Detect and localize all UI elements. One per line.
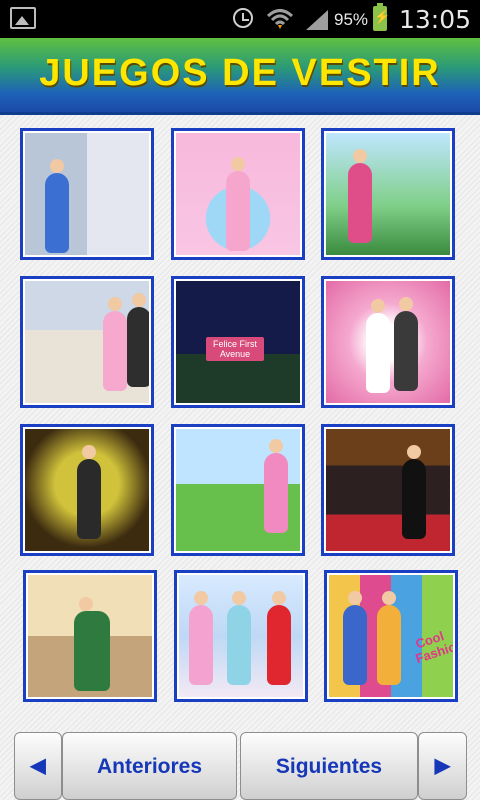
battery-percent: 95% bbox=[334, 10, 369, 29]
previous-page-label: Anteriores bbox=[96, 755, 203, 778]
right-arrow-icon: ▶ bbox=[434, 755, 451, 777]
game-tile-red-carpet[interactable] bbox=[321, 424, 455, 556]
game-thumbnail bbox=[326, 281, 450, 403]
game-thumbnail bbox=[176, 429, 300, 551]
game-thumbnail bbox=[176, 133, 300, 255]
pagination-bar: ◀ Anteriores Siguientes ▶ bbox=[14, 732, 467, 800]
game-sign: Cool Fashion bbox=[413, 628, 453, 667]
game-tile-wedding-couple[interactable] bbox=[321, 276, 455, 408]
next-page-label: Siguientes bbox=[275, 755, 383, 778]
game-thumbnail: Felice First Avenue bbox=[176, 281, 300, 403]
game-thumbnail bbox=[25, 281, 149, 403]
next-page-button[interactable]: Siguientes bbox=[240, 732, 418, 800]
game-sign: Felice First Avenue bbox=[206, 337, 264, 361]
game-thumbnail bbox=[179, 575, 303, 697]
game-tile-graffiti-girl[interactable] bbox=[20, 424, 154, 556]
alarm-icon bbox=[233, 8, 253, 28]
game-tile-gown-wardrobe[interactable] bbox=[174, 570, 308, 702]
gallery-icon bbox=[10, 7, 36, 29]
game-thumbnail bbox=[326, 429, 450, 551]
clock: 13:05 bbox=[399, 5, 472, 34]
game-thumbnail bbox=[25, 133, 149, 255]
status-bar: 95% 13:05 bbox=[0, 0, 480, 38]
game-tile-wedding-car[interactable] bbox=[20, 276, 154, 408]
game-tile-baby-bath[interactable] bbox=[171, 128, 305, 260]
app-header: JUEGOS DE VESTIR bbox=[0, 38, 480, 115]
game-tile-mom-stroller-dress-up[interactable] bbox=[321, 128, 455, 260]
battery-charging-icon bbox=[373, 3, 390, 31]
previous-arrow-button[interactable]: ◀ bbox=[14, 732, 62, 800]
page-title: JUEGOS DE VESTIR bbox=[39, 52, 441, 94]
game-thumbnail bbox=[25, 429, 149, 551]
game-tile-felice-first-avenue[interactable]: Felice First Avenue bbox=[171, 276, 305, 408]
game-tile-picnic-girl[interactable] bbox=[171, 424, 305, 556]
signal-icon bbox=[306, 10, 328, 30]
game-tile-princess-ballgown[interactable] bbox=[23, 570, 157, 702]
game-thumbnail bbox=[28, 575, 152, 697]
wifi-icon bbox=[266, 9, 294, 29]
game-thumbnail bbox=[326, 133, 450, 255]
left-arrow-icon: ◀ bbox=[30, 755, 46, 777]
next-arrow-button[interactable]: ▶ bbox=[418, 732, 467, 800]
game-tile-homer-dress-up[interactable] bbox=[20, 128, 154, 260]
previous-page-button[interactable]: Anteriores bbox=[62, 732, 237, 800]
game-thumbnail: Cool Fashion bbox=[329, 575, 453, 697]
game-tile-cool-fashion[interactable]: Cool Fashion bbox=[324, 570, 458, 702]
